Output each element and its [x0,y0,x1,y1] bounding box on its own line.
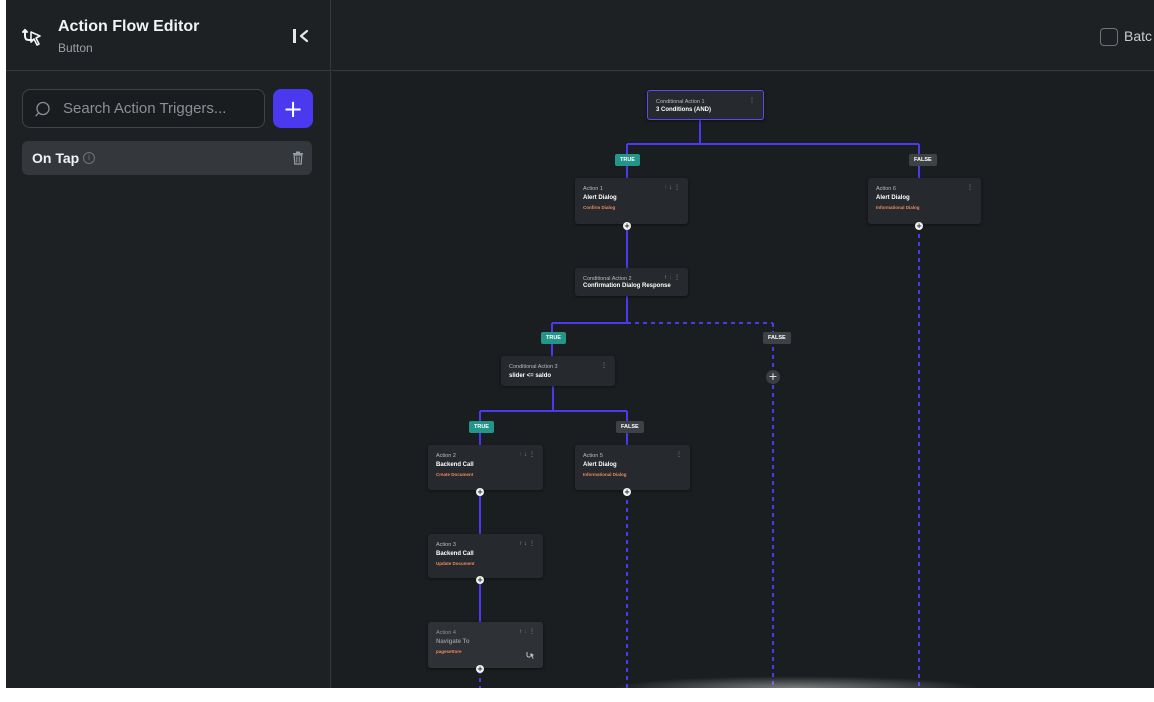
trash-icon[interactable] [292,151,304,165]
node-label: Action 3 [436,542,456,548]
batch-label: Batc [1124,28,1153,44]
node-label: Conditional Action 1 [656,99,705,105]
node-action-5[interactable]: Action 5 Alert Dialog Informational Dial… [575,445,690,490]
node-conditional-action-1[interactable]: Conditional Action 1 3 Conditions (AND) … [647,90,764,120]
batch-checkbox[interactable] [1100,28,1118,46]
branch-false-badge: FALSE [616,421,644,433]
plus-icon[interactable]: + [915,222,923,230]
node-action-4[interactable]: Action 4 Navigate To pagesettore ↑↓⋮ [428,622,543,668]
node-title: Confirmation Dialog Response [583,283,671,289]
node-title: Navigate To [436,639,470,645]
search-icon [35,101,50,117]
branch-true-badge: TRUE [469,421,494,433]
node-controls[interactable]: ↑↓⋮ [519,628,537,635]
scroll-shadow [612,676,982,688]
flow-canvas[interactable]: Conditional Action 1 3 Conditions (AND) … [332,72,1154,688]
node-title: Alert Dialog [876,195,910,201]
node-subtitle: Informational Dialog [583,472,627,477]
node-controls[interactable]: ↑↓⋮ [664,274,682,281]
kebab-icon[interactable]: ⋮ [676,451,684,458]
node-title: Alert Dialog [583,195,617,201]
node-label: Action 5 [583,453,603,459]
search-input[interactable] [63,90,258,127]
node-title: 3 Conditions (AND) [656,107,711,113]
node-action-3[interactable]: Action 3 Backend Call Update Document ↑↓… [428,534,543,578]
collapse-icon[interactable] [289,26,313,46]
plus-icon[interactable]: + [623,488,631,496]
branch-false-badge: FALSE [763,332,791,344]
trigger-label: On Tap [32,150,80,166]
kebab-icon[interactable]: ⋮ [601,362,609,369]
node-title: Backend Call [436,551,474,557]
canvas-header: Batc [332,0,1154,71]
kebab-icon[interactable]: ⋮ [529,629,537,635]
node-title: Backend Call [436,462,474,468]
node-subtitle: Confirm Dialog [583,205,616,210]
node-action-2[interactable]: Action 2 Backend Call Create Document ↑↓… [428,445,543,490]
node-label: Conditional Action 3 [509,364,558,370]
node-action-6[interactable]: Action 6 Alert Dialog Informational Dial… [868,178,981,224]
branch-false-badge: FALSE [909,154,937,166]
node-conditional-action-2[interactable]: Conditional Action 2 Confirmation Dialog… [575,268,688,296]
node-title: slider <= saldo [509,373,552,379]
node-label: Action 1 [583,186,603,192]
add-trigger-button[interactable]: + [273,89,313,128]
node-subtitle: Create Document [436,472,474,477]
node-title: Alert Dialog [583,462,617,468]
app-window: Action Flow Editor Button + On Tap i [6,0,1154,688]
node-subtitle: Informational Dialog [876,205,920,210]
search-box [22,89,265,128]
trigger-item-on-tap[interactable]: On Tap i [22,141,312,175]
node-label: Action 6 [876,186,896,192]
node-controls[interactable]: ↑↓⋮ [519,540,537,547]
node-conditional-action-3[interactable]: Conditional Action 3 slider <= saldo ⋮ [501,356,615,386]
plus-icon[interactable]: + [623,222,631,230]
navigate-icon [526,652,534,659]
kebab-icon[interactable]: ⋮ [674,275,682,281]
kebab-icon[interactable]: ⋮ [529,541,537,547]
node-label: Conditional Action 2 [583,276,632,282]
node-controls[interactable]: ↑↓⋮ [519,451,537,458]
info-icon[interactable]: i [83,152,95,164]
node-action-1[interactable]: Action 1 Alert Dialog Confirm Dialog ↑↓⋮ [575,178,688,224]
kebab-icon[interactable]: ⋮ [529,452,537,458]
editor-title: Action Flow Editor [58,18,200,35]
branch-true-badge: TRUE [615,154,640,166]
node-subtitle: pagesettore [436,649,462,654]
node-label: Action 4 [436,630,456,636]
plus-icon[interactable]: + [766,370,780,384]
branch-true-badge: TRUE [541,332,566,344]
sidebar-header: Action Flow Editor Button [6,0,331,71]
sidebar: Action Flow Editor Button + On Tap i [6,0,331,688]
plus-icon[interactable]: + [476,665,484,673]
kebab-icon[interactable]: ⋮ [967,184,975,191]
node-controls[interactable]: ↑↓⋮ [664,184,682,191]
node-subtitle: Update Document [436,561,475,566]
node-label: Action 2 [436,453,456,459]
plus-icon[interactable]: + [476,488,484,496]
plus-icon[interactable]: + [476,576,484,584]
editor-subtitle: Button [58,41,93,55]
kebab-icon[interactable]: ⋮ [749,97,757,104]
flow-connectors [479,120,920,688]
flow-icon [22,28,41,46]
kebab-icon[interactable]: ⋮ [674,185,682,191]
